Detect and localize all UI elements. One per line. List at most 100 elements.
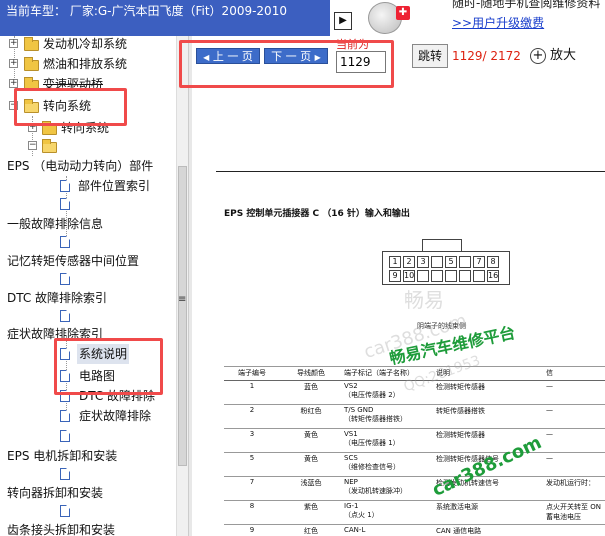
cell-text: CAN 通信电路: [436, 527, 482, 535]
table-cell-desc: 系统激活电源: [434, 500, 544, 525]
cell-text: 1: [249, 382, 255, 390]
tree-item-label: EPS 电机拆卸和安装: [7, 449, 118, 463]
watermark-url: car388.com: [361, 310, 470, 363]
cell-text: —: [546, 382, 553, 390]
next-page-button[interactable]: 下 一 页 ▶: [264, 48, 328, 64]
table-row: 5 黄色 SCS （维修检查信号） 检测转矩传感器信号 —: [224, 452, 605, 477]
table-cell-term: T/S GND （转矩传感器搭铁）: [342, 404, 434, 429]
connector-pin: [459, 270, 471, 282]
table-cell-term: VS2 （电压传感器 2）: [342, 380, 434, 405]
cell-text: T/S GND: [344, 406, 374, 414]
expand-icon[interactable]: +: [9, 59, 18, 68]
table-row: 9 红色 CAN-L CAN 通信电路: [224, 524, 605, 536]
cell-text: —: [546, 454, 553, 462]
connector-pin: [431, 270, 443, 282]
page-count: 1129/ 2172: [452, 49, 521, 63]
document-icon: [60, 236, 70, 248]
tree-item-label: DTC 故障排除: [79, 389, 156, 403]
sidebar-scrollbar[interactable]: [176, 36, 188, 536]
cell-text: —: [546, 430, 553, 438]
column-header: 信: [544, 366, 605, 381]
expand-icon[interactable]: +: [9, 39, 18, 48]
play-arrow-button[interactable]: ▶: [334, 12, 352, 30]
jump-button[interactable]: 跳转: [412, 44, 448, 68]
prev-page-label: 上 一 页: [212, 50, 253, 63]
tree-item-label: 症状故障排除: [79, 409, 152, 423]
cell-text: 3: [249, 430, 255, 438]
expand-icon[interactable]: +: [9, 79, 18, 88]
tree-item-label: 电路图: [79, 369, 116, 383]
cell-text: 2: [249, 406, 255, 414]
terminal-table: 端子编号 导线颜色 端子标记（端子名称） 说明 信 1 蓝色 VS2 （电压传感器 2…: [224, 366, 605, 536]
connector-pin: [459, 256, 471, 268]
tree-item-label: 转向系统: [43, 99, 92, 113]
cell-text: —: [546, 406, 553, 414]
cell-subtext: （维修检查信号）: [344, 463, 400, 471]
table-cell-no: 8: [224, 500, 280, 525]
folder-icon: [24, 37, 39, 51]
cell-text: 发动机运行时：: [546, 479, 595, 487]
cell-text: SCS: [344, 454, 358, 462]
table-cell-term: CAN-L: [342, 524, 434, 536]
table-cell-extra: 点火开关转至 ON 蓄电池电压: [544, 500, 605, 525]
document-icon: [60, 430, 70, 442]
cell-text: 转矩传感器搭铁: [436, 407, 485, 415]
connector-pin: 7: [473, 256, 485, 268]
tree-item-label: 齿条接头拆卸和安装: [7, 523, 116, 536]
connector-latch: [422, 239, 462, 251]
ad-mascot-image[interactable]: ✚: [358, 0, 446, 36]
arrow-right-icon: ▶: [314, 53, 321, 62]
tree-item-label: 变速驱动桥: [43, 77, 104, 91]
navigation-tree: + 发动机冷却系统 + 燃油和排放系统 + 变速驱动桥 − 转向系统 + 转向系…: [0, 36, 176, 536]
connector-diagram: 1 2 3 5 7 8 9 10 16: [382, 251, 510, 285]
table-cell-desc: CAN 通信电路: [434, 524, 544, 536]
table-cell-color: 浅蓝色: [280, 476, 342, 501]
zoom-plus-icon: +: [530, 47, 546, 64]
table-row: 2 粉红色 T/S GND （转矩传感器搭铁） 转矩传感器搭铁 —: [224, 404, 605, 429]
connector-pin: 8: [487, 256, 499, 268]
page-number-input[interactable]: [336, 51, 386, 73]
tree-item-label: 部件位置索引: [78, 179, 151, 193]
table-cell-term: SCS （维修检查信号）: [342, 452, 434, 477]
current-car-model: 当前车型： 厂家:G-广汽本田飞度（Fit）2009-2010: [0, 0, 330, 36]
ad-slogan: 随时-随地手机查阅维修资料: [452, 0, 601, 10]
cell-text: VS1: [344, 430, 358, 438]
expand-icon[interactable]: +: [28, 123, 37, 132]
tree-item-label: 记忆转矩传感器中间位置: [7, 254, 140, 268]
cell-subtext: （点火 1）: [344, 511, 379, 519]
zoom-in-button[interactable]: + 放大: [530, 44, 600, 68]
tree-item-label: 一般故障排除信息: [7, 217, 104, 231]
cell-text: 7: [249, 478, 255, 486]
cell-subtext: （发动机转速脉冲）: [344, 487, 407, 495]
table-cell-extra: —: [544, 428, 605, 453]
zoom-label: 放大: [550, 48, 577, 63]
scrollbar-thumb[interactable]: [178, 166, 187, 466]
tree-item-label: 燃油和排放系统: [43, 57, 128, 71]
open-folder-icon: [24, 99, 39, 113]
tree-item-label: 症状故障排除索引: [7, 327, 104, 341]
brand-badge-icon: ✚: [396, 6, 410, 20]
cell-text: 黄色: [304, 455, 318, 463]
table-cell-color: 粉红色: [280, 404, 342, 429]
cell-text: 8: [249, 502, 255, 510]
table-cell-color: 蓝色: [280, 380, 342, 405]
tree-item-label: 转向器拆卸和安装: [7, 486, 104, 500]
collapse-icon[interactable]: −: [9, 101, 18, 110]
cell-text: 紫色: [304, 503, 318, 511]
tree-item-label: DTC 故障排除索引: [7, 291, 108, 305]
cell-subtext: （电压传感器 2）: [344, 391, 400, 399]
table-cell-color: 红色: [280, 524, 342, 536]
connector-pin: 2: [403, 256, 415, 268]
splitter-grip-icon[interactable]: ≡: [178, 294, 186, 305]
connector-pin: [473, 270, 485, 282]
table-cell-desc: 检测转矩传感器: [434, 428, 544, 453]
prev-page-button[interactable]: ◀ 上 一 页: [196, 48, 260, 64]
user-upgrade-link[interactable]: >>用户升级缴费: [452, 15, 605, 31]
table-row: 8 紫色 IG-1 （点火 1） 系统激活电源 点火开关转至 ON 蓄电池电压: [224, 500, 605, 525]
page-divider: [216, 171, 605, 172]
collapse-icon[interactable]: −: [28, 141, 37, 150]
document-viewer: ◀ 上 一 页 下 一 页 ▶ 当前为 跳转 1129/ 2172 + 放大 EP…: [192, 36, 605, 536]
cell-text: 黄色: [304, 431, 318, 439]
cell-text: 点火开关转至 ON 蓄电池电压: [546, 503, 601, 521]
connector-pin: 5: [445, 256, 457, 268]
